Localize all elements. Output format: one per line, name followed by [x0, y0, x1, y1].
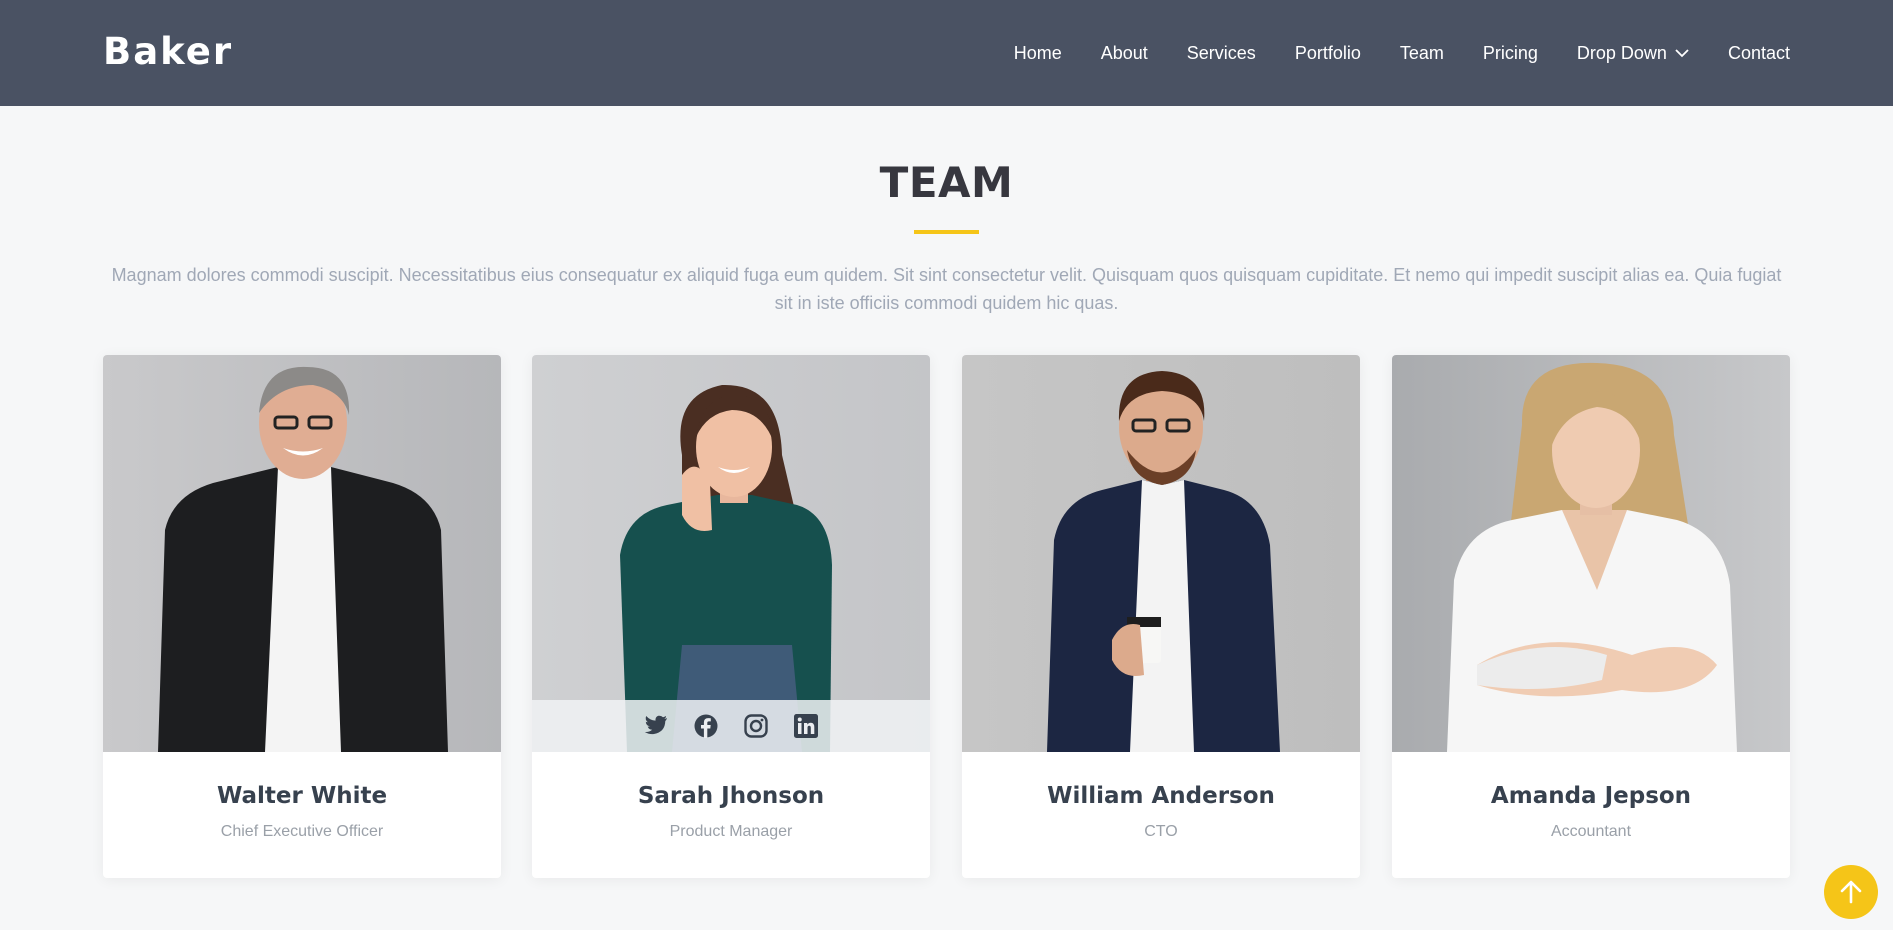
- member-photo: [962, 355, 1360, 752]
- nav-portfolio[interactable]: Portfolio: [1295, 43, 1361, 64]
- facebook-icon[interactable]: [694, 714, 718, 738]
- site-logo[interactable]: Baker: [103, 30, 233, 73]
- member-role: Accountant: [1550, 823, 1632, 840]
- site-header: Baker Home About Services Portfolio Team…: [0, 0, 1893, 106]
- member-role: CTO: [1144, 823, 1178, 840]
- member-photo: [103, 355, 501, 752]
- linkedin-icon[interactable]: [794, 714, 818, 738]
- main-nav: Home About Services Portfolio Team Prici…: [1014, 0, 1790, 106]
- nav-dropdown-label: Drop Down: [1576, 42, 1667, 63]
- nav-dropdown[interactable]: Drop Down: [1577, 43, 1689, 64]
- team-member-card: Sarah Jhonson Product Manager: [532, 355, 930, 878]
- section-description: Magnam dolores commodi suscipit. Necessi…: [111, 265, 1782, 313]
- nav-team[interactable]: Team: [1400, 43, 1444, 64]
- team-member-card: Amanda Jepson Accountant: [1392, 355, 1790, 878]
- member-name: Amanda Jepson: [1490, 783, 1692, 809]
- member-photo: [1392, 355, 1790, 752]
- section-title: TEAM: [879, 158, 1014, 207]
- member-role: Chief Executive Officer: [220, 823, 384, 840]
- team-member-card: William Anderson CTO: [962, 355, 1360, 878]
- arrow-up-icon: [1840, 880, 1862, 904]
- member-photo: [532, 355, 930, 752]
- nav-services[interactable]: Services: [1187, 43, 1256, 64]
- member-role: Product Manager: [669, 823, 793, 840]
- back-to-top-button[interactable]: [1824, 865, 1878, 919]
- title-underline: [914, 230, 979, 234]
- member-name: William Anderson: [1047, 783, 1275, 809]
- nav-about[interactable]: About: [1101, 43, 1148, 64]
- nav-pricing[interactable]: Pricing: [1483, 43, 1538, 64]
- nav-home[interactable]: Home: [1014, 43, 1062, 64]
- member-name: Walter White: [216, 783, 388, 809]
- team-member-card: Walter White Chief Executive Officer: [103, 355, 501, 878]
- member-name: Sarah Jhonson: [637, 783, 825, 809]
- chevron-down-icon: [1675, 48, 1689, 58]
- instagram-icon[interactable]: [744, 714, 768, 738]
- nav-contact[interactable]: Contact: [1728, 43, 1790, 64]
- social-links-bar: [532, 700, 930, 752]
- twitter-icon[interactable]: [644, 715, 668, 737]
